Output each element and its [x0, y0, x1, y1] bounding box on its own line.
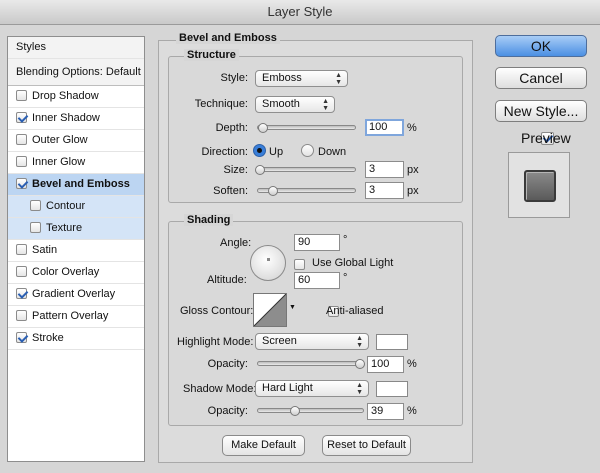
checkbox-contour[interactable] — [30, 200, 41, 211]
preview-swatch — [524, 170, 556, 202]
style-item-texture[interactable]: Texture — [8, 218, 144, 240]
style-item-inner-glow[interactable]: Inner Glow — [8, 152, 144, 174]
depth-unit: % — [407, 122, 417, 134]
size-unit: px — [407, 164, 419, 176]
checkbox-color-overlay[interactable] — [16, 266, 27, 277]
angle-label: Angle: — [220, 237, 252, 249]
soften-label: Soften: — [213, 185, 248, 197]
soften-input[interactable]: 3 — [365, 182, 404, 199]
altitude-label: Altitude: — [207, 274, 247, 286]
direction-down-radio[interactable] — [301, 144, 314, 157]
new-style-button[interactable]: New Style... — [495, 100, 587, 122]
style-item-stroke[interactable]: Stroke — [8, 328, 144, 350]
style-select[interactable]: Emboss ▲ ▼ — [255, 70, 348, 87]
shadow-opacity-thumb[interactable] — [290, 406, 300, 416]
shadow-opacity-label: Opacity: — [207, 405, 248, 417]
checkbox-bevel-emboss[interactable] — [16, 178, 27, 189]
direction-label: Direction: — [201, 146, 248, 158]
checkbox-texture[interactable] — [30, 222, 41, 233]
gloss-contour-preview[interactable] — [253, 293, 287, 327]
direction-down-label: Down — [318, 146, 347, 158]
shadow-opacity-unit: % — [407, 405, 417, 417]
checkbox-inner-shadow[interactable] — [16, 112, 27, 123]
highlight-mode-label: Highlight Mode: — [177, 336, 254, 348]
size-slider-track[interactable] — [257, 167, 356, 172]
crosshair-icon — [267, 258, 270, 261]
style-item-bevel-emboss[interactable]: Bevel and Emboss — [8, 174, 144, 196]
preview-box — [508, 152, 570, 218]
checkbox-pattern-overlay[interactable] — [16, 310, 27, 321]
highlight-opacity-track[interactable] — [257, 361, 364, 366]
direction-up-radio[interactable] — [253, 144, 266, 157]
depth-label: Depth: — [215, 122, 248, 134]
shadow-opacity-input[interactable]: 39 — [367, 403, 404, 420]
angle-input[interactable]: 90 — [294, 234, 340, 251]
window-title: Layer Style — [0, 0, 600, 25]
style-item-outer-glow[interactable]: Outer Glow — [8, 130, 144, 152]
size-label: Size: — [223, 164, 248, 176]
size-input[interactable]: 3 — [365, 161, 404, 178]
preview-label: Preview — [521, 130, 571, 146]
chevron-updown-icon: ▲ ▼ — [322, 98, 329, 112]
depth-input[interactable]: 100 — [365, 119, 404, 136]
style-item-pattern-overlay[interactable]: Pattern Overlay — [8, 306, 144, 328]
style-item-contour[interactable]: Contour — [8, 196, 144, 218]
global-light-label: Use Global Light — [312, 257, 394, 269]
size-slider-thumb[interactable] — [255, 165, 265, 175]
checkbox-stroke[interactable] — [16, 332, 27, 343]
checkbox-inner-glow[interactable] — [16, 156, 27, 167]
highlight-opacity-unit: % — [407, 358, 417, 370]
gloss-contour-label: Gloss Contour: — [180, 305, 254, 317]
highlight-opacity-label: Opacity: — [207, 358, 248, 370]
shadow-mode-label: Shadow Mode: — [183, 383, 257, 395]
reset-default-button[interactable]: Reset to Default — [322, 435, 411, 456]
highlight-opacity-input[interactable]: 100 — [367, 356, 404, 373]
checkbox-drop-shadow[interactable] — [16, 90, 27, 101]
checkbox-satin[interactable] — [16, 244, 27, 255]
chevron-down-icon[interactable]: ▼ — [289, 304, 296, 311]
panel-title: Bevel and Emboss — [176, 32, 280, 44]
chevron-updown-icon: ▲ ▼ — [356, 382, 363, 396]
styles-list: Styles Blending Options: Default Drop Sh… — [7, 36, 145, 462]
checkbox-gradient-overlay[interactable] — [16, 288, 27, 299]
soften-unit: px — [407, 185, 419, 197]
ok-button[interactable]: OK — [495, 35, 587, 57]
direction-up-label: Up — [269, 146, 284, 158]
anti-aliased-label: Anti-aliased — [326, 305, 384, 317]
checkbox-outer-glow[interactable] — [16, 134, 27, 145]
blending-options[interactable]: Blending Options: Default — [8, 59, 144, 86]
structure-legend: Structure — [184, 49, 239, 61]
style-item-drop-shadow[interactable]: Drop Shadow — [8, 86, 144, 108]
angle-dial[interactable] — [250, 245, 286, 281]
cancel-button[interactable]: Cancel — [495, 67, 587, 89]
chevron-updown-icon: ▲ ▼ — [335, 72, 342, 86]
depth-slider-thumb[interactable] — [258, 123, 268, 133]
technique-label: Technique: — [194, 98, 248, 110]
highlight-color-swatch[interactable] — [376, 334, 408, 350]
style-item-color-overlay[interactable]: Color Overlay — [8, 262, 144, 284]
style-item-gradient-overlay[interactable]: Gradient Overlay — [8, 284, 144, 306]
style-item-inner-shadow[interactable]: Inner Shadow — [8, 108, 144, 130]
shadow-mode-select[interactable]: Hard Light ▲ ▼ — [255, 380, 369, 397]
global-light-checkbox[interactable] — [294, 259, 305, 270]
soften-slider-thumb[interactable] — [268, 186, 278, 196]
highlight-mode-select[interactable]: Screen ▲ ▼ — [255, 333, 369, 350]
shading-legend: Shading — [184, 214, 234, 226]
altitude-input[interactable]: 60 — [294, 272, 340, 289]
style-item-satin[interactable]: Satin — [8, 240, 144, 262]
depth-slider-track[interactable] — [257, 125, 356, 130]
angle-unit: ° — [343, 234, 348, 246]
shadow-opacity-track[interactable] — [257, 408, 364, 413]
contour-curve-icon — [254, 294, 286, 326]
shadow-color-swatch[interactable] — [376, 381, 408, 397]
style-label: Style: — [220, 72, 248, 84]
chevron-updown-icon: ▲ ▼ — [356, 335, 363, 349]
technique-select[interactable]: Smooth ▲ ▼ — [255, 96, 335, 113]
highlight-opacity-thumb[interactable] — [355, 359, 365, 369]
styles-header[interactable]: Styles — [8, 37, 144, 59]
altitude-unit: ° — [343, 272, 348, 284]
make-default-button[interactable]: Make Default — [222, 435, 305, 456]
